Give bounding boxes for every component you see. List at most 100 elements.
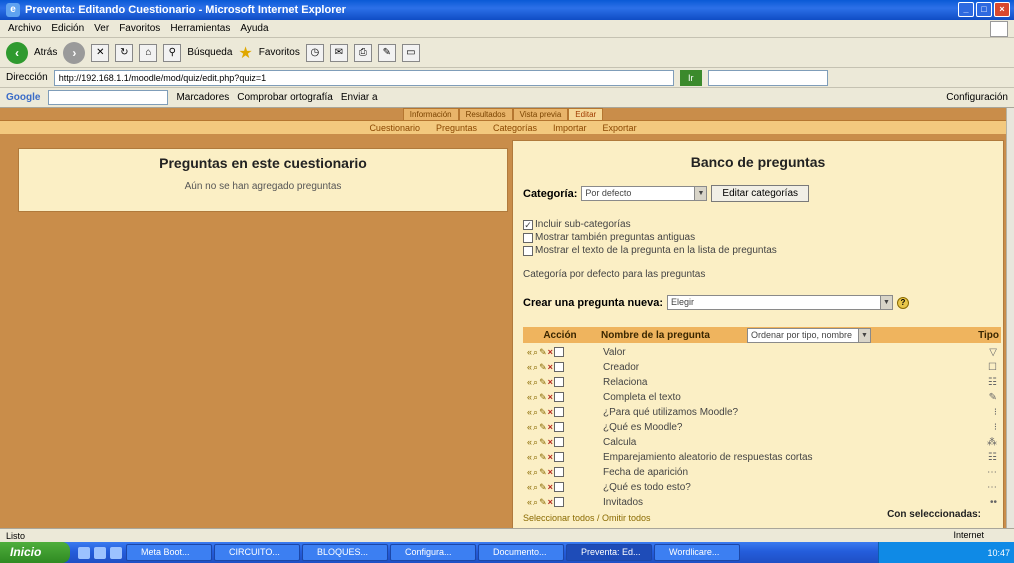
select-all-link[interactable]: Seleccionar todos / Omitir todos: [523, 513, 651, 523]
row-checkbox[interactable]: [553, 467, 564, 477]
delete-icon[interactable]: ×: [548, 482, 553, 492]
move-icon[interactable]: «: [527, 347, 532, 357]
edit-icon[interactable]: ✎: [539, 362, 547, 373]
edit-icon[interactable]: ✎: [539, 347, 547, 358]
checkbox[interactable]: [523, 245, 533, 256]
back-label[interactable]: Atrás: [34, 47, 57, 58]
minimize-button[interactable]: _: [958, 2, 974, 17]
preview-icon[interactable]: ⌕: [533, 497, 538, 508]
tab-editar[interactable]: Editar: [568, 108, 604, 120]
maximize-button[interactable]: □: [976, 2, 992, 17]
quick-launch-icon[interactable]: [110, 546, 122, 559]
taskbar-item[interactable]: Preventa: Ed...: [566, 544, 652, 561]
checkbox[interactable]: ✓: [523, 219, 533, 230]
address-input[interactable]: http://192.168.1.1/moodle/mod/quiz/edit.…: [53, 69, 674, 86]
edit-icon[interactable]: ✎: [539, 482, 547, 493]
edit-icon[interactable]: ✎: [539, 437, 547, 448]
row-checkbox[interactable]: [553, 482, 564, 492]
preview-icon[interactable]: ⌕: [533, 347, 538, 358]
preview-icon[interactable]: ⌕: [533, 437, 538, 448]
tab-categorias[interactable]: Categorías: [493, 121, 537, 134]
delete-icon[interactable]: ×: [548, 392, 553, 402]
row-checkbox[interactable]: [553, 407, 564, 417]
taskbar-item[interactable]: Meta Boot...: [126, 544, 212, 561]
delete-icon[interactable]: ×: [548, 362, 553, 372]
toolbar-search-input[interactable]: [707, 69, 828, 86]
question-type-select[interactable]: Elegir ▼: [666, 295, 893, 310]
row-checkbox[interactable]: [553, 347, 564, 357]
menu-edicion[interactable]: Edición: [51, 23, 84, 34]
move-icon[interactable]: «: [527, 467, 532, 477]
google-search-input[interactable]: [48, 90, 169, 105]
preview-icon[interactable]: ⌕: [533, 392, 538, 403]
preview-icon[interactable]: ⌕: [533, 452, 538, 463]
back-icon[interactable]: ‹: [6, 41, 28, 64]
menu-favoritos[interactable]: Favoritos: [119, 23, 160, 34]
preview-icon[interactable]: ⌕: [533, 467, 538, 478]
stop-icon[interactable]: ✕: [91, 43, 110, 62]
edit-icon[interactable]: ✎: [539, 377, 547, 388]
category-select[interactable]: Por defecto ▼: [581, 186, 708, 201]
preview-icon[interactable]: ⌕: [533, 422, 538, 433]
row-checkbox[interactable]: [553, 362, 564, 372]
taskbar-item[interactable]: BLOQUES...: [302, 544, 388, 561]
mail-icon[interactable]: ✉: [329, 43, 348, 62]
quick-launch-icon[interactable]: [78, 546, 90, 559]
row-checkbox[interactable]: [553, 497, 564, 507]
delete-icon[interactable]: ×: [548, 467, 553, 477]
search-label[interactable]: Búsqueda: [187, 47, 232, 58]
delete-icon[interactable]: ×: [548, 422, 553, 432]
home-icon[interactable]: ⌂: [139, 43, 158, 62]
move-icon[interactable]: «: [527, 497, 532, 507]
move-icon[interactable]: «: [527, 392, 532, 402]
move-icon[interactable]: «: [527, 407, 532, 417]
question-name[interactable]: Fecha de aparición: [597, 467, 688, 478]
preview-icon[interactable]: ⌕: [533, 377, 538, 388]
row-checkbox[interactable]: [553, 377, 564, 387]
favorites-label[interactable]: Favoritos: [259, 47, 300, 58]
edit-icon[interactable]: ✎: [539, 422, 547, 433]
folder-icon[interactable]: ▭: [401, 43, 420, 62]
move-icon[interactable]: «: [527, 422, 532, 432]
google-bookmarks[interactable]: Marcadores: [176, 92, 229, 103]
move-icon[interactable]: «: [527, 452, 532, 462]
delete-icon[interactable]: ×: [548, 437, 553, 447]
move-icon[interactable]: «: [527, 377, 532, 387]
check-include-subcategories[interactable]: ✓ Incluir sub-categorías: [523, 219, 631, 230]
tab-importar[interactable]: Importar: [553, 121, 587, 134]
menu-ver[interactable]: Ver: [94, 23, 109, 34]
row-checkbox[interactable]: [553, 437, 564, 447]
move-icon[interactable]: «: [527, 362, 532, 372]
move-icon[interactable]: «: [527, 482, 532, 492]
preview-icon[interactable]: ⌕: [533, 362, 538, 373]
refresh-icon[interactable]: ↻: [115, 43, 134, 62]
question-name[interactable]: Calcula: [597, 437, 636, 448]
forward-icon[interactable]: ›: [63, 41, 86, 64]
row-checkbox[interactable]: [553, 392, 564, 402]
question-name[interactable]: ¿Qué es todo esto?: [597, 482, 691, 493]
question-name[interactable]: ¿Para qué utilizamos Moodle?: [597, 407, 738, 418]
history-icon[interactable]: ◷: [305, 43, 324, 62]
edit-icon[interactable]: ✎: [539, 467, 547, 478]
edit-icon[interactable]: ✎: [539, 392, 547, 403]
delete-icon[interactable]: ×: [548, 407, 553, 417]
question-name[interactable]: ¿Qué es Moodle?: [597, 422, 683, 433]
col-name[interactable]: Nombre de la pregunta: [597, 330, 747, 341]
menu-ayuda[interactable]: Ayuda: [240, 23, 268, 34]
google-spellcheck[interactable]: Comprobar ortografía: [237, 92, 333, 103]
preview-icon[interactable]: ⌕: [533, 407, 538, 418]
question-name[interactable]: Creador: [597, 362, 639, 373]
edit-categories-button[interactable]: Editar categorías: [711, 185, 810, 202]
row-checkbox[interactable]: [553, 452, 564, 462]
close-button[interactable]: ×: [994, 2, 1010, 17]
menu-herramientas[interactable]: Herramientas: [170, 23, 230, 34]
move-icon[interactable]: «: [527, 437, 532, 447]
tab-cuestionario[interactable]: Cuestionario: [369, 121, 420, 134]
tab-informacion[interactable]: Información: [402, 108, 459, 120]
google-send[interactable]: Enviar a: [341, 92, 378, 103]
favorites-star-icon[interactable]: ★: [238, 43, 252, 63]
tab-resultados[interactable]: Resultados: [458, 108, 513, 120]
delete-icon[interactable]: ×: [548, 377, 553, 387]
tab-exportar[interactable]: Exportar: [603, 121, 637, 134]
sort-select[interactable]: Ordenar por tipo, nombre ▼: [747, 327, 871, 343]
